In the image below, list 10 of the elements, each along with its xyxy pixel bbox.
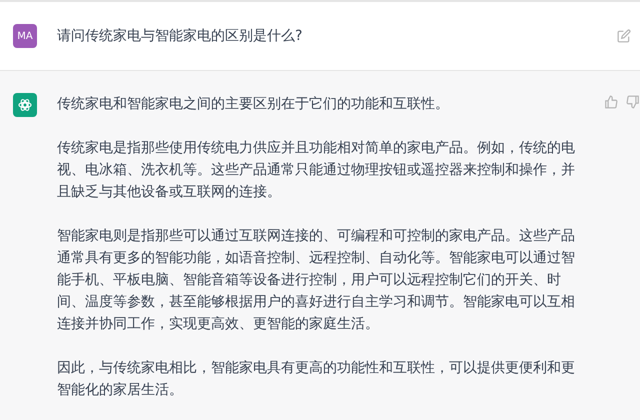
answer-paragraph: 传统家电是指那些使用传统电力供应并且功能相对简单的家电产品。例如，传统的电视、电冰箱、洗衣机等。这些产品通常只能通过物理按钮或遥控器来控制和操作，并且缺乏与其他设备或互联网的连接。 <box>57 139 576 202</box>
answer-paragraph: 传统家电和智能家电之间的主要区别在于它们的功能和互联性。 <box>57 95 450 114</box>
user-avatar: MA <box>13 24 37 48</box>
answer-paragraph: 因此，与传统家电相比，智能家电具有更高的功能性和互联性，可以提供更便利和更智能化的家居生活。 <box>57 359 576 400</box>
thumbs-up-icon[interactable] <box>604 95 618 109</box>
knot-icon <box>17 97 33 113</box>
thumbs-down-icon[interactable] <box>626 95 640 109</box>
question-text: 请问传统家电与智能家电的区别是什么? <box>57 27 304 46</box>
answer-paragraph: 智能家电则是指那些可以通过互联网连接的、可编程和可控制的家电产品。这些产品通常具有更多的智能功能，如语音控制、远程控制、自动化等。智能家电可以通过智能手机、平板电脑、智能音箱等设备进行控制，用户可以远程控制它们的开关、时间、温度等参数，甚至能够根据用户的喜好进行自主学习和调节。智能家电可以互相连接并协同工作，实现更高效、更智能的家庭生活。 <box>57 227 576 334</box>
edit-icon[interactable] <box>617 29 631 43</box>
